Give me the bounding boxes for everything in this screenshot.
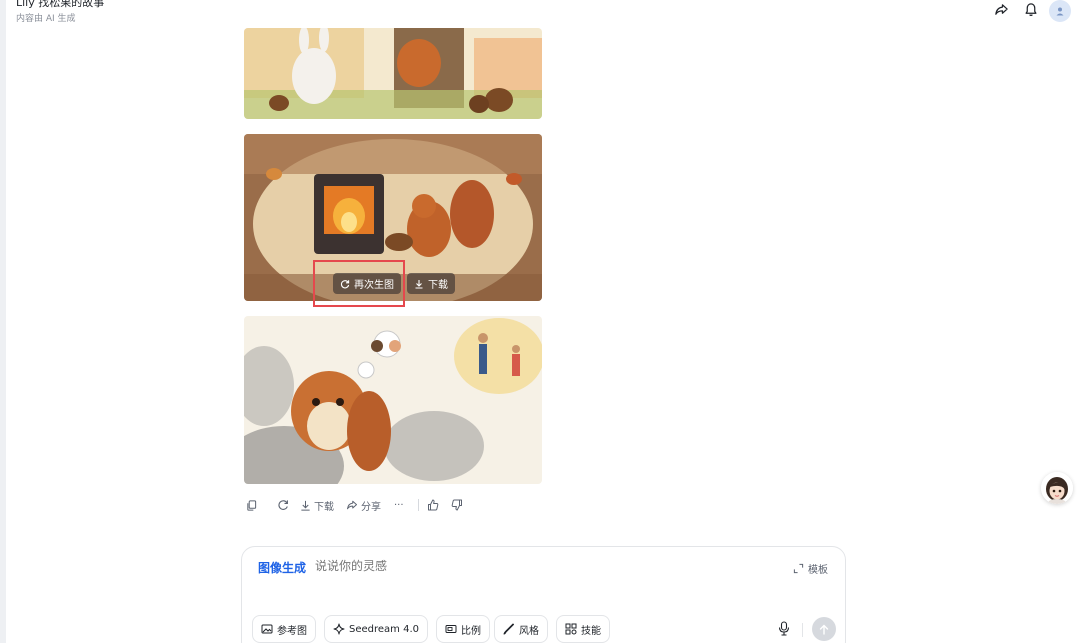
composer-divider [802,623,803,637]
reference-image-label: 参考图 [277,625,307,637]
copy-button[interactable] [246,499,270,511]
overlay-download-label: 下载 [428,280,448,291]
thumbs-up-icon [428,499,439,511]
download-icon [301,500,310,511]
skill-chip[interactable]: 技能 [556,615,610,643]
regenerate-button[interactable] [270,499,296,511]
share-icon[interactable] [992,0,1010,18]
assistant-avatar[interactable] [1041,472,1073,504]
prompt-composer: 图像生成 模板 参考图 Seedream 4.0 比例 风格 技能 [241,546,846,643]
ratio-icon [445,625,457,633]
download-button[interactable]: 下载 [296,498,346,513]
arrow-up-icon [819,624,829,635]
download-label: 下载 [314,501,334,513]
image-icon [261,624,273,634]
sparkle-icon [333,623,345,635]
message-actions: 下载 分享 ··· [246,496,471,514]
ratio-chip[interactable]: 比例 [436,615,490,643]
page-title: Lily 找松果的故事 [16,0,105,9]
like-button[interactable] [427,499,451,511]
send-button[interactable] [812,617,836,641]
prompt-input[interactable] [315,559,735,573]
action-divider [418,499,419,511]
ratio-label: 比例 [461,625,481,637]
microphone-icon[interactable] [778,621,790,640]
template-button[interactable]: 模板 [793,561,828,576]
brush-icon [503,623,514,635]
overlay-download-button[interactable]: 下载 [407,273,455,294]
template-label: 模板 [808,565,828,576]
app-root: Lily 找松果的故事 内容由 AI 生成 再次生图 下载 下载 分享 ··· … [0,0,1080,643]
mode-label[interactable]: 图像生成 [258,559,306,576]
apps-icon [565,623,577,635]
style-label: 风格 [519,625,539,637]
expand-icon [793,563,804,574]
more-button[interactable]: ··· [394,500,416,511]
model-chip[interactable]: Seedream 4.0 [324,615,428,643]
thumbs-down-icon [451,499,462,511]
generated-image-1[interactable] [244,28,542,119]
generated-image-3[interactable] [244,316,542,484]
more-label: ··· [394,499,404,511]
bell-icon[interactable] [1022,0,1040,18]
user-avatar[interactable] [1049,0,1071,22]
highlight-box [313,260,405,307]
style-chip[interactable]: 风格 [494,615,548,643]
left-sidebar-edge [0,0,6,643]
ai-generated-note: 内容由 AI 生成 [16,14,76,24]
share-button[interactable]: 分享 [346,498,394,513]
download-icon [415,279,423,289]
copy-icon [247,499,257,511]
dislike-button[interactable] [451,499,471,511]
share-label: 分享 [361,501,381,513]
refresh-icon [278,500,288,510]
reference-image-chip[interactable]: 参考图 [252,615,316,643]
model-label: Seedream 4.0 [349,623,419,635]
share-icon [347,500,357,510]
skill-label: 技能 [581,625,601,637]
